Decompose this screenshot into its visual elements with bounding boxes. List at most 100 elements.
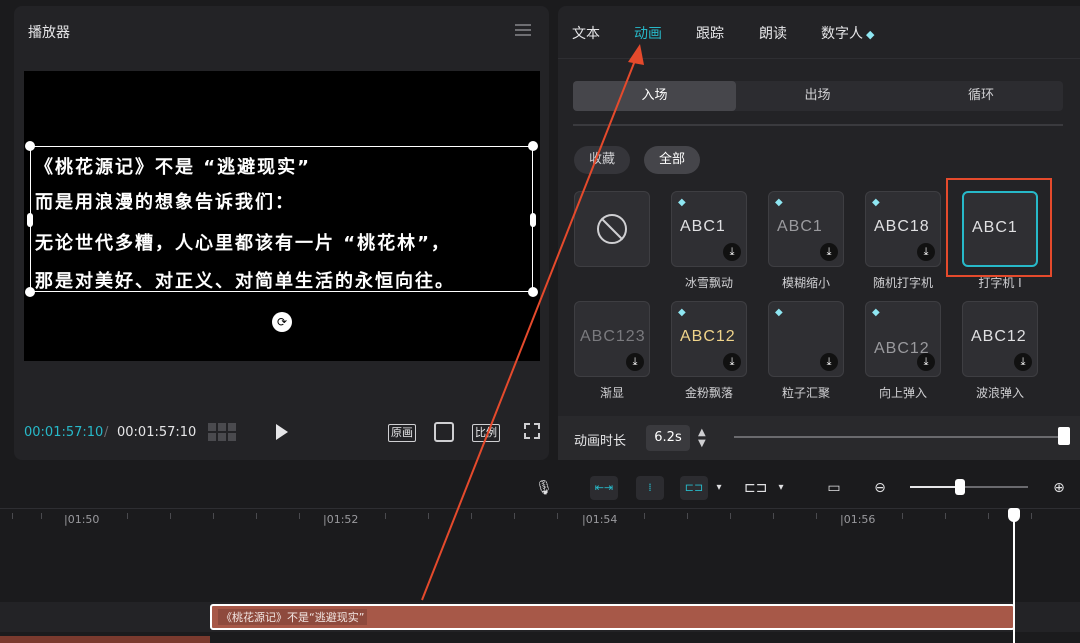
highlight-box (946, 178, 1052, 277)
no-entry-icon (597, 214, 627, 244)
grid-icon[interactable] (208, 423, 236, 441)
clip-strip (0, 636, 210, 643)
zoom-in-icon[interactable]: ⊕ (1048, 476, 1070, 500)
tab-text[interactable]: 文本 (572, 23, 600, 43)
resize-handle[interactable] (530, 213, 536, 227)
preset-label: 冰雪飘动 (684, 276, 733, 290)
microphone-icon[interactable]: 🎙 (534, 476, 554, 500)
divider (558, 58, 1080, 59)
divider (573, 124, 1063, 126)
resize-handle[interactable] (528, 287, 538, 297)
zoom-focus-icon[interactable] (434, 422, 454, 442)
zoom-fill (910, 486, 960, 488)
diamond-icon: ◆ (775, 197, 783, 208)
segment-outro[interactable]: 出场 (736, 81, 899, 111)
preset-sample: ABC1 (777, 218, 823, 235)
menu-icon[interactable] (515, 24, 531, 36)
duration-label: 动画时长 (574, 434, 627, 449)
tab-digital-human-label: 数字人 (821, 26, 863, 42)
tab-tracking[interactable]: 跟踪 (696, 23, 724, 43)
preset-tile[interactable]: ◆ ABC12 ⤓ (671, 301, 747, 377)
fullscreen-icon[interactable] (524, 423, 540, 439)
preset-sample: ABC1 (680, 218, 726, 235)
time-separator: / (104, 425, 109, 440)
resize-handle[interactable] (27, 213, 33, 227)
preset-tile[interactable]: ABC123 ⤓ (574, 301, 650, 377)
filter-favorites[interactable]: 收藏 (574, 146, 630, 174)
subtitle-line: 《桃花源记》不是 “逃避现实” (35, 157, 311, 178)
download-icon[interactable]: ⤓ (820, 243, 838, 261)
diamond-icon: ◆ (866, 28, 875, 41)
duration-input[interactable]: 6.2s (646, 425, 690, 451)
video-preview[interactable]: 《桃花源记》不是 “逃避现实” 而是用浪漫的想象告诉我们： 无论世代多糟，人心里… (24, 71, 540, 361)
duration-bar (558, 416, 1080, 460)
preset-tile[interactable]: ◆ ⤓ (768, 301, 844, 377)
preset-label: 波浪弹入 (975, 386, 1024, 400)
subtitle-bounding-box[interactable]: 《桃花源记》不是 “逃避现实” 而是用浪漫的想象告诉我们： 无论世代多糟，人心里… (25, 141, 538, 297)
preset-label: 金粉飘落 (684, 386, 733, 400)
preset-sample: ABC123 (580, 328, 646, 345)
text-clip[interactable]: 《桃花源记》不是“逃避现实” (210, 604, 1015, 630)
rotate-icon[interactable]: ⟳ (272, 312, 292, 332)
preset-label: 渐显 (599, 386, 624, 400)
tab-animation[interactable]: 动画 (634, 23, 662, 43)
link-icon[interactable]: ⇤⇥ (590, 476, 618, 500)
zoom-out-icon[interactable]: ⊖ (870, 476, 890, 500)
tab-digital-human[interactable]: 数字人 ◆ (821, 23, 874, 43)
resize-handle[interactable] (528, 141, 538, 151)
tick-label: |01:56 (840, 513, 876, 526)
download-icon[interactable]: ⤓ (723, 243, 741, 261)
preset-tile[interactable]: ◆ ABC1 ⤓ (768, 191, 844, 267)
resize-handle[interactable] (25, 141, 35, 151)
diamond-icon: ◆ (872, 197, 880, 208)
timeline-ruler[interactable] (0, 508, 1080, 532)
preset-tile[interactable]: ABC12 ⤓ (962, 301, 1038, 377)
current-time: 00:01:57:10 (24, 425, 104, 440)
chevron-down-icon[interactable]: ▾ (774, 476, 788, 500)
subtitle-line: 而是用浪漫的想象告诉我们： (35, 192, 295, 213)
preset-sample: ABC18 (874, 218, 930, 235)
player-panel: 播放器 《桃花源记》不是 “逃避现实” 而是用浪漫的想象告诉我们： 无论世代多糟… (14, 6, 549, 460)
diamond-icon: ◆ (678, 307, 686, 318)
tab-read-aloud[interactable]: 朗读 (759, 23, 787, 43)
magnet-icon[interactable]: ⁞ (636, 476, 664, 500)
preset-tile[interactable]: ◆ ABC12 ⤓ (865, 301, 941, 377)
playhead[interactable] (1013, 508, 1015, 643)
diamond-icon: ◆ (775, 307, 783, 318)
clip-label: 《桃花源记》不是“逃避现实” (218, 609, 368, 625)
original-quality-button[interactable]: 原画 (388, 424, 416, 442)
download-icon[interactable]: ⤓ (820, 353, 838, 371)
preset-label: 随机打字机 (872, 276, 933, 290)
preset-label: 向上弹入 (878, 386, 927, 400)
split-icon[interactable]: ⊏⊐ (744, 476, 767, 500)
preset-sample: ABC12 (680, 328, 736, 345)
preview-icon[interactable]: ▭ (822, 476, 846, 500)
chevron-down-icon[interactable]: ▾ (712, 476, 726, 500)
preset-tile[interactable]: ◆ ABC18 ⤓ (865, 191, 941, 267)
download-icon[interactable]: ⤓ (1014, 353, 1032, 371)
preset-label: 模糊缩小 (781, 276, 830, 290)
aspect-ratio-button[interactable]: 比例 (472, 424, 500, 442)
download-icon[interactable]: ⤓ (723, 353, 741, 371)
segment-intro[interactable]: 入场 (573, 81, 736, 111)
playhead-handle[interactable] (1008, 508, 1020, 522)
slider-thumb[interactable] (1058, 427, 1070, 445)
preset-tile[interactable]: ◆ ABC1 ⤓ (671, 191, 747, 267)
diamond-icon: ◆ (872, 307, 880, 318)
download-icon[interactable]: ⤓ (626, 353, 644, 371)
tick-label: |01:50 (64, 513, 100, 526)
download-icon[interactable]: ⤓ (917, 243, 935, 261)
preset-label: 粒子汇聚 (781, 386, 830, 400)
download-icon[interactable]: ⤓ (917, 353, 935, 371)
slider-thumb[interactable] (955, 479, 965, 495)
diamond-icon: ◆ (678, 197, 686, 208)
resize-handle[interactable] (25, 287, 35, 297)
duration-slider[interactable] (734, 436, 1062, 438)
stepper-icon[interactable]: ▲ ▼ (698, 427, 706, 449)
play-icon[interactable] (276, 424, 288, 440)
subtitle-line: 那是对美好、对正义、对简单生活的永恒向往。 (35, 271, 455, 292)
preset-none[interactable] (574, 191, 650, 267)
snap-icon[interactable]: ⊏⊐ (680, 476, 708, 500)
filter-all[interactable]: 全部 (644, 146, 700, 174)
segment-loop[interactable]: 循环 (899, 81, 1063, 111)
